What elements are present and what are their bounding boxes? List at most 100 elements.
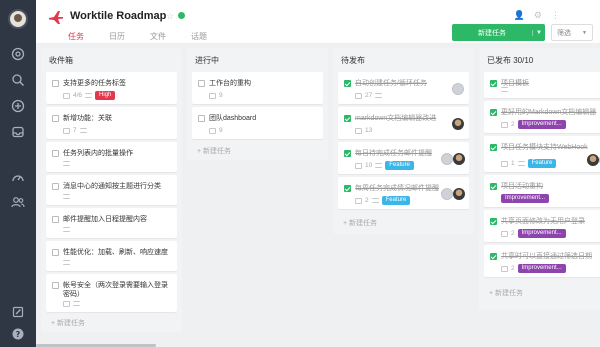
task-card[interactable]: 项目活动重构 Improvement... xyxy=(484,175,600,207)
task-meta: 9 xyxy=(209,91,223,100)
add-icon[interactable] xyxy=(10,98,26,114)
comment-icon xyxy=(501,265,508,272)
task-meta: 13 xyxy=(355,126,372,135)
task-checkbox[interactable] xyxy=(490,144,497,151)
assignee-avatar[interactable] xyxy=(453,153,465,165)
task-card[interactable]: 新增功能：关联 7 xyxy=(46,107,177,139)
description-icon xyxy=(501,87,508,92)
task-card[interactable]: markdown文档编辑器改进 13 xyxy=(338,107,469,139)
task-card[interactable]: 自动创建任务/循环任务 27 xyxy=(338,72,469,104)
more-icon[interactable]: ⋮ xyxy=(551,10,560,21)
column-title: 进行中 xyxy=(195,56,219,65)
task-meta: 4/6 High xyxy=(63,91,116,100)
task-checkbox[interactable] xyxy=(490,80,497,87)
user-avatar[interactable] xyxy=(8,9,28,29)
description-icon xyxy=(63,161,70,166)
assignee-avatar[interactable] xyxy=(441,188,453,200)
add-task-link[interactable]: + 新建任务 xyxy=(343,218,377,228)
task-meta: 2 Improvement... xyxy=(501,229,566,238)
task-checkbox[interactable] xyxy=(198,80,205,87)
comment-icon xyxy=(63,300,70,307)
add-task-link[interactable]: + 新建任务 xyxy=(51,318,85,328)
task-checkbox[interactable] xyxy=(344,185,351,192)
task-card[interactable]: 工作台的重构 9 xyxy=(192,72,323,104)
task-checkbox[interactable] xyxy=(490,218,497,225)
task-card[interactable]: 共享页面修改为无用户登录 2 Improvement... xyxy=(484,210,600,242)
column-to-release: 待发布 自动创建任务/循环任务 27 markdown文档编辑器改进 13 每日… xyxy=(333,48,474,234)
task-checkbox[interactable] xyxy=(490,183,497,190)
filter-button[interactable]: 筛选 ▼ xyxy=(551,24,593,41)
column-title: 待发布 xyxy=(341,56,365,65)
members-icon[interactable]: 👤 xyxy=(514,10,525,21)
members-icon[interactable] xyxy=(10,194,26,210)
task-card[interactable]: 消息中心的通知按主题进行分类 xyxy=(46,175,177,205)
task-checkbox[interactable] xyxy=(52,282,59,289)
task-checkbox[interactable] xyxy=(52,80,59,87)
chevron-down-icon[interactable]: ▼ xyxy=(532,29,545,36)
task-checkbox[interactable] xyxy=(490,109,497,116)
task-title: 支持更多的任务标签 xyxy=(63,80,126,87)
comment-icon xyxy=(355,162,362,169)
task-card[interactable]: 每日待完成任务邮件提醒 10 Feature xyxy=(338,142,469,174)
speedometer-icon[interactable] xyxy=(10,170,26,186)
assignee-avatar[interactable] xyxy=(441,153,453,165)
task-card[interactable]: 帐号安全（两次登录需要输入登录密码） xyxy=(46,274,177,312)
task-meta: 1 Feature xyxy=(501,159,557,168)
comment-icon xyxy=(63,127,70,134)
task-checkbox[interactable] xyxy=(490,253,497,260)
edit-icon[interactable] xyxy=(10,304,26,320)
search-icon[interactable] xyxy=(10,72,26,88)
assignee-avatar[interactable] xyxy=(453,188,465,200)
task-meta xyxy=(63,299,80,308)
task-card[interactable]: 共享时可以直接通过筛选日期 2 Improvement... xyxy=(484,245,600,277)
task-title: 更好用的Markdown文档编辑器 xyxy=(501,109,597,116)
tag-badge[interactable]: High xyxy=(95,91,116,100)
task-meta: 7 xyxy=(63,126,87,135)
tag-badge[interactable]: Feature xyxy=(385,161,414,170)
tag-badge[interactable]: Improvement... xyxy=(517,120,566,129)
assignee-avatar[interactable] xyxy=(587,154,599,166)
description-icon xyxy=(63,194,70,199)
tag-badge[interactable]: Improvement... xyxy=(517,264,566,273)
assignee-avatar[interactable] xyxy=(452,83,464,95)
assignee-avatar[interactable] xyxy=(452,118,464,130)
task-card[interactable]: 支持更多的任务标签 4/6 High xyxy=(46,72,177,104)
task-checkbox[interactable] xyxy=(52,216,59,223)
task-card[interactable]: 团队dashboard 9 xyxy=(192,107,323,139)
task-checkbox[interactable] xyxy=(344,115,351,122)
task-meta xyxy=(63,258,70,267)
task-card[interactable]: 每周任务完成情况邮件提醒 2 Feature xyxy=(338,177,469,209)
task-checkbox[interactable] xyxy=(52,183,59,190)
task-checkbox[interactable] xyxy=(52,115,59,122)
tag-badge[interactable]: Feature xyxy=(381,196,411,205)
task-card[interactable]: 项目模板 xyxy=(484,72,600,98)
inbox-icon[interactable] xyxy=(10,124,26,140)
tag-badge[interactable]: Feature xyxy=(527,159,557,168)
column-title: 已发布 30/10 xyxy=(487,56,534,65)
task-card[interactable]: 邮件提醒加入日程提醒内容 xyxy=(46,208,177,238)
description-icon xyxy=(63,227,70,232)
task-card[interactable]: 任务列表内的批量操作 xyxy=(46,142,177,172)
star-icon[interactable]: ☆ xyxy=(166,11,174,22)
task-checkbox[interactable] xyxy=(198,115,205,122)
tag-badge[interactable]: Improvement... xyxy=(517,229,566,238)
add-task-link[interactable]: + 新建任务 xyxy=(197,146,231,156)
add-task-link[interactable]: + 新建任务 xyxy=(489,288,523,298)
subtask-icon xyxy=(63,92,70,99)
globe-icon[interactable] xyxy=(178,12,185,19)
dashboard-icon[interactable] xyxy=(10,46,26,62)
new-task-button[interactable]: 新建任务 ▼ xyxy=(452,24,545,41)
task-count: 2 xyxy=(511,230,515,237)
tag-badge[interactable]: Improvement... xyxy=(501,194,550,203)
help-icon[interactable]: ? xyxy=(10,326,26,342)
task-checkbox[interactable] xyxy=(52,249,59,256)
settings-icon[interactable]: ⚙ xyxy=(534,10,542,21)
chevron-down-icon: ▼ xyxy=(582,29,587,36)
task-card[interactable]: 项目任务模块支持WebHook 1 Feature xyxy=(484,136,600,172)
task-checkbox[interactable] xyxy=(344,150,351,157)
task-checkbox[interactable] xyxy=(52,150,59,157)
task-card[interactable]: 性能优化：加载、刷新、响应速度 xyxy=(46,241,177,271)
task-meta: Improvement... xyxy=(501,194,550,203)
task-card[interactable]: 更好用的Markdown文档编辑器 2 Improvement... xyxy=(484,101,600,133)
task-checkbox[interactable] xyxy=(344,80,351,87)
